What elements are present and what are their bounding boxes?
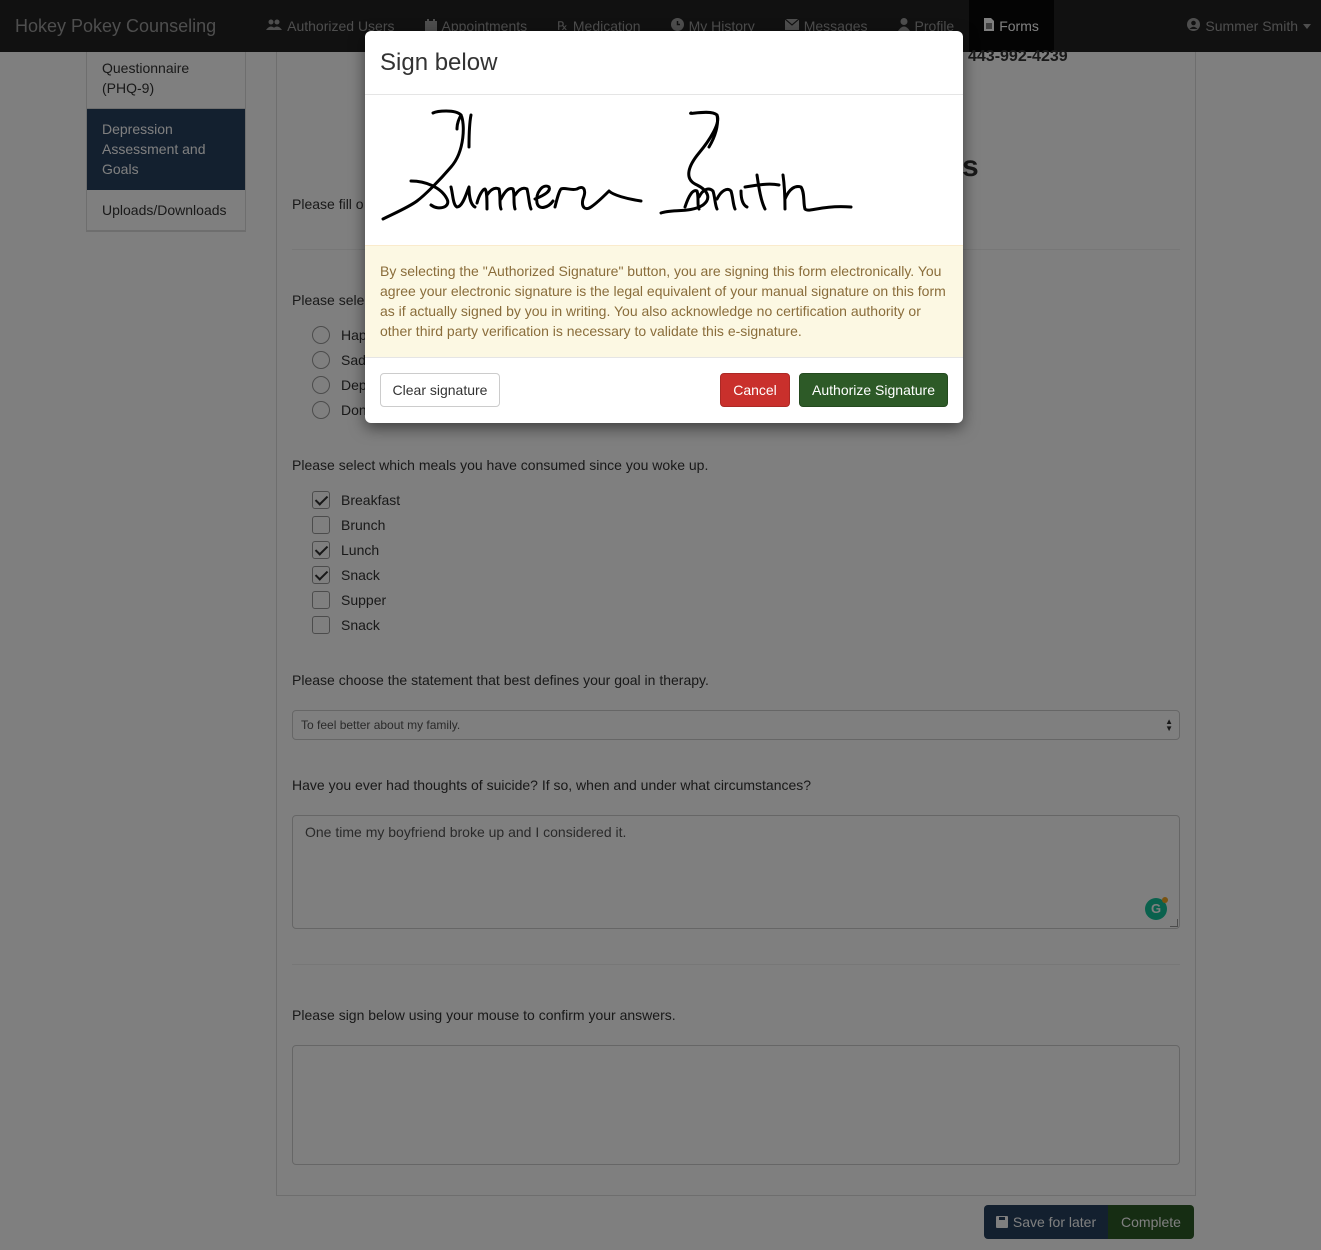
handwritten-signature — [381, 109, 853, 221]
modal-footer: Clear signature Cancel Authorize Signatu… — [365, 358, 963, 422]
legal-notice: By selecting the "Authorized Signature" … — [365, 245, 963, 358]
modal-header: Sign below — [365, 31, 963, 95]
clear-signature-button[interactable]: Clear signature — [380, 373, 500, 407]
modal-title: Sign below — [380, 49, 498, 76]
authorize-signature-button[interactable]: Authorize Signature — [799, 373, 948, 407]
cancel-button[interactable]: Cancel — [720, 373, 790, 407]
signature-modal: Sign below By selecting the "Authorized … — [365, 31, 963, 423]
signature-canvas[interactable] — [365, 95, 963, 245]
